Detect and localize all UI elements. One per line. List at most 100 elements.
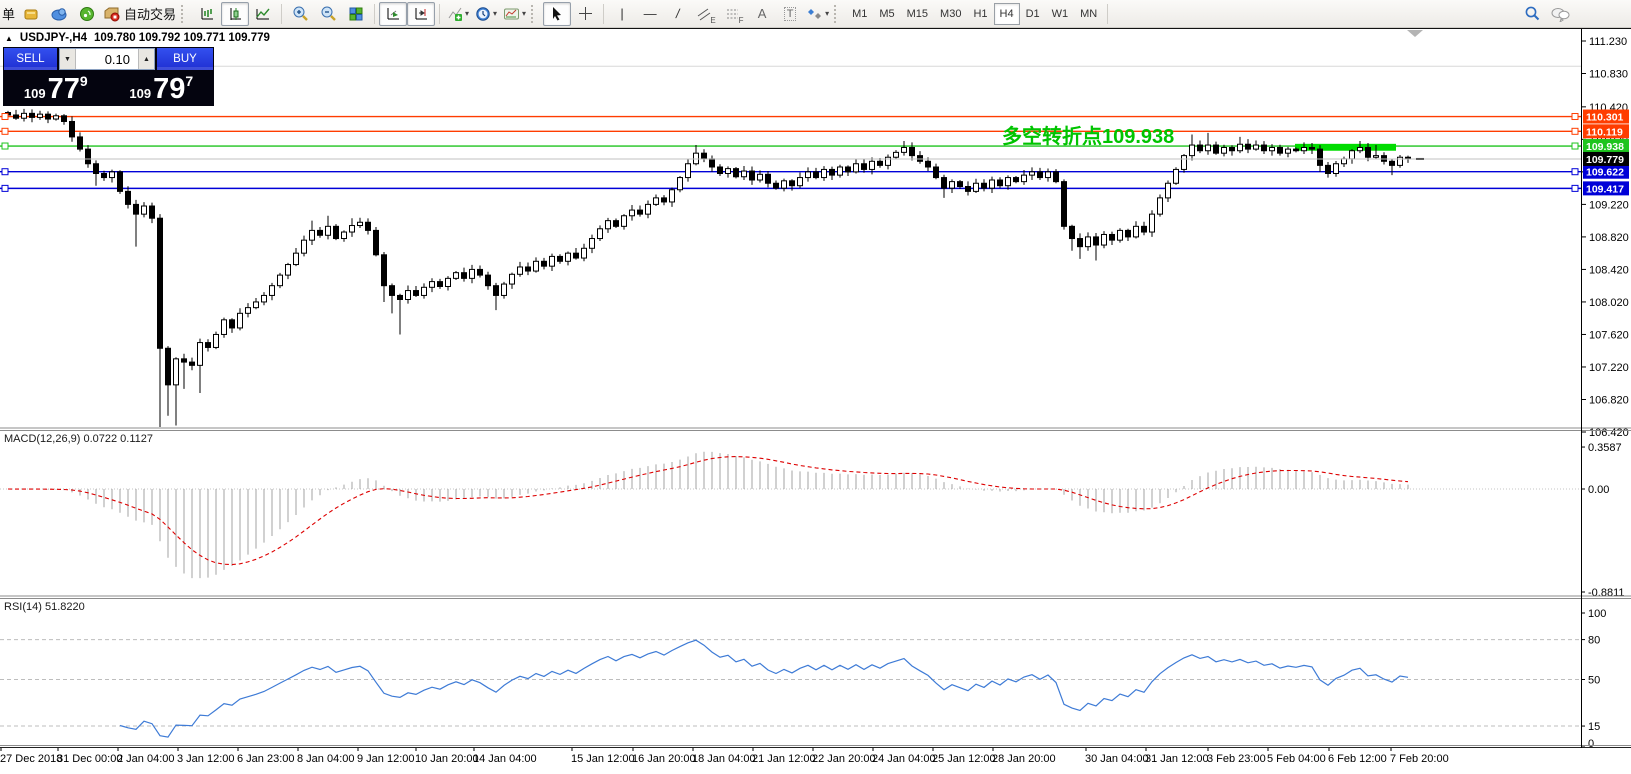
svg-text:-0.8811: -0.8811 xyxy=(1588,587,1625,599)
channel-tool[interactable]: E xyxy=(692,2,720,26)
search-button[interactable] xyxy=(1518,2,1546,26)
timeframe-mn[interactable]: MN xyxy=(1074,3,1103,25)
svg-text:31 Dec 00:00: 31 Dec 00:00 xyxy=(57,753,122,765)
timeframe-d1[interactable]: D1 xyxy=(1020,3,1046,25)
chart-shift-button[interactable] xyxy=(407,2,435,26)
crosshair-tool-button[interactable] xyxy=(571,2,599,26)
cursor-arrow-icon xyxy=(550,6,564,21)
svg-text:80: 80 xyxy=(1588,635,1600,647)
candlestick-mode-button[interactable] xyxy=(221,2,249,26)
chevron-down-icon: ▾ xyxy=(465,9,469,18)
svg-text:108.420: 108.420 xyxy=(1589,264,1629,276)
auto-scroll-button[interactable] xyxy=(379,2,407,26)
toolbar-grip[interactable] xyxy=(834,5,842,23)
templates-button[interactable]: ▾ xyxy=(500,2,529,26)
new-order-button[interactable]: 单 xyxy=(2,4,17,23)
sell-price-big: 77 xyxy=(48,75,80,104)
bar-chart-mode-button[interactable] xyxy=(193,2,221,26)
svg-text:0: 0 xyxy=(1588,738,1594,750)
toolbar-grip[interactable] xyxy=(531,5,539,23)
buy-price-sup: 7 xyxy=(185,73,193,89)
svg-text:18 Jan 04:00: 18 Jan 04:00 xyxy=(692,753,756,765)
price-line-label: 109.417 xyxy=(1583,181,1629,195)
label-tool[interactable]: T xyxy=(776,2,804,26)
svg-text:106.820: 106.820 xyxy=(1589,394,1629,406)
svg-text:10 Jan 20:00: 10 Jan 20:00 xyxy=(415,753,479,765)
channel-sub-label: E xyxy=(710,16,715,25)
timeframe-m5[interactable]: M5 xyxy=(873,3,900,25)
zoom-in-button[interactable] xyxy=(286,2,314,26)
line-chart-icon xyxy=(255,6,271,22)
svg-text:28 Jan 20:00: 28 Jan 20:00 xyxy=(992,753,1056,765)
line-chart-mode-button[interactable] xyxy=(249,2,277,26)
chart-canvas[interactable]: 111.230110.830110.420110.020109.620109.2… xyxy=(0,0,1631,774)
svg-text:31 Jan 12:00: 31 Jan 12:00 xyxy=(1145,753,1209,765)
buy-button[interactable]: BUY xyxy=(157,48,213,70)
svg-text:14 Jan 04:00: 14 Jan 04:00 xyxy=(473,753,537,765)
svg-text:7 Feb 20:00: 7 Feb 20:00 xyxy=(1390,753,1449,765)
one-click-trading-panel: SELL ▼ 0.10 ▲ BUY 109779 109797 xyxy=(3,47,214,106)
rsi-indicator-label: RSI(14) 51.8220 xyxy=(4,601,85,613)
volume-decrease-button[interactable]: ▼ xyxy=(60,49,76,69)
timeframe-m30[interactable]: M30 xyxy=(934,3,967,25)
svg-text:109.622: 109.622 xyxy=(1586,167,1624,179)
chevron-down-icon: ▾ xyxy=(825,9,829,18)
price-line-label: 109.779 xyxy=(1583,152,1629,166)
fibonacci-sub-label: F xyxy=(739,16,744,25)
auto-trading-button[interactable]: 自动交易 xyxy=(101,2,179,26)
chart-shift-icon xyxy=(413,6,429,22)
periods-button[interactable]: ▾ xyxy=(472,2,500,26)
price-line-label: 110.119 xyxy=(1583,124,1629,138)
text-tool[interactable]: A xyxy=(748,2,776,26)
volume-input[interactable]: 0.10 xyxy=(76,49,138,69)
sell-price-display[interactable]: 109779 xyxy=(4,72,108,105)
chat-button[interactable] xyxy=(1546,2,1574,26)
market-watch-icon[interactable] xyxy=(17,2,45,26)
timeframe-h4[interactable]: H4 xyxy=(994,3,1020,25)
svg-text:111.230: 111.230 xyxy=(1589,36,1627,48)
vertical-line-tool[interactable]: | xyxy=(608,2,636,26)
svg-text:3 Jan 12:00: 3 Jan 12:00 xyxy=(177,753,235,765)
fibonacci-tool[interactable]: F xyxy=(720,2,748,26)
search-icon xyxy=(1524,5,1541,22)
svg-text:110.119: 110.119 xyxy=(1586,126,1623,138)
toolbar-grip[interactable] xyxy=(181,5,189,23)
svg-text:2 Jan 04:00: 2 Jan 04:00 xyxy=(117,753,175,765)
shapes-tool[interactable]: ▾ xyxy=(804,2,832,26)
price-line-label: 110.301 xyxy=(1583,110,1629,124)
svg-text:107.620: 107.620 xyxy=(1589,329,1629,341)
buy-price-display[interactable]: 109797 xyxy=(110,72,214,105)
price-line-label: 109.938 xyxy=(1583,139,1629,153)
zoom-in-icon xyxy=(292,5,309,22)
cursor-tool-button[interactable] xyxy=(543,2,571,26)
vline-icon: | xyxy=(620,6,623,21)
timeframe-m15[interactable]: M15 xyxy=(901,3,934,25)
timeframe-h1[interactable]: H1 xyxy=(967,3,993,25)
horizontal-line-tool[interactable]: — xyxy=(636,2,664,26)
tile-windows-button[interactable] xyxy=(342,2,370,26)
timeframe-w1[interactable]: W1 xyxy=(1046,3,1075,25)
auto-scroll-icon xyxy=(385,6,401,22)
chevron-down-icon: ▾ xyxy=(493,9,497,18)
mql5-community-icon[interactable] xyxy=(45,2,73,26)
one-click-toggle-icon[interactable]: ▲ xyxy=(5,34,13,43)
volume-increase-button[interactable]: ▲ xyxy=(138,49,154,69)
broadcast-icon xyxy=(79,6,95,22)
chart-title-bar: ▲ USDJPY-,H4 109.780 109.792 109.771 109… xyxy=(5,32,270,44)
svg-text:108.820: 108.820 xyxy=(1589,232,1629,244)
zoom-out-button[interactable] xyxy=(314,2,342,26)
timeframe-m1[interactable]: M1 xyxy=(846,3,873,25)
auto-trading-label: 自动交易 xyxy=(124,4,176,23)
sell-price-sup: 9 xyxy=(80,73,88,89)
svg-text:16 Jan 20:00: 16 Jan 20:00 xyxy=(632,753,696,765)
text-icon: A xyxy=(758,6,767,21)
svg-text:108.020: 108.020 xyxy=(1589,297,1629,309)
trendline-tool[interactable]: / xyxy=(664,2,692,26)
svg-text:6 Jan 23:00: 6 Jan 23:00 xyxy=(237,753,295,765)
sell-button[interactable]: SELL xyxy=(4,48,57,70)
svg-text:50: 50 xyxy=(1588,675,1600,687)
indicators-button[interactable]: ▾ xyxy=(444,2,472,26)
svg-text:15: 15 xyxy=(1588,721,1600,733)
signals-icon[interactable] xyxy=(73,2,101,26)
svg-text:21 Jan 12:00: 21 Jan 12:00 xyxy=(752,753,816,765)
